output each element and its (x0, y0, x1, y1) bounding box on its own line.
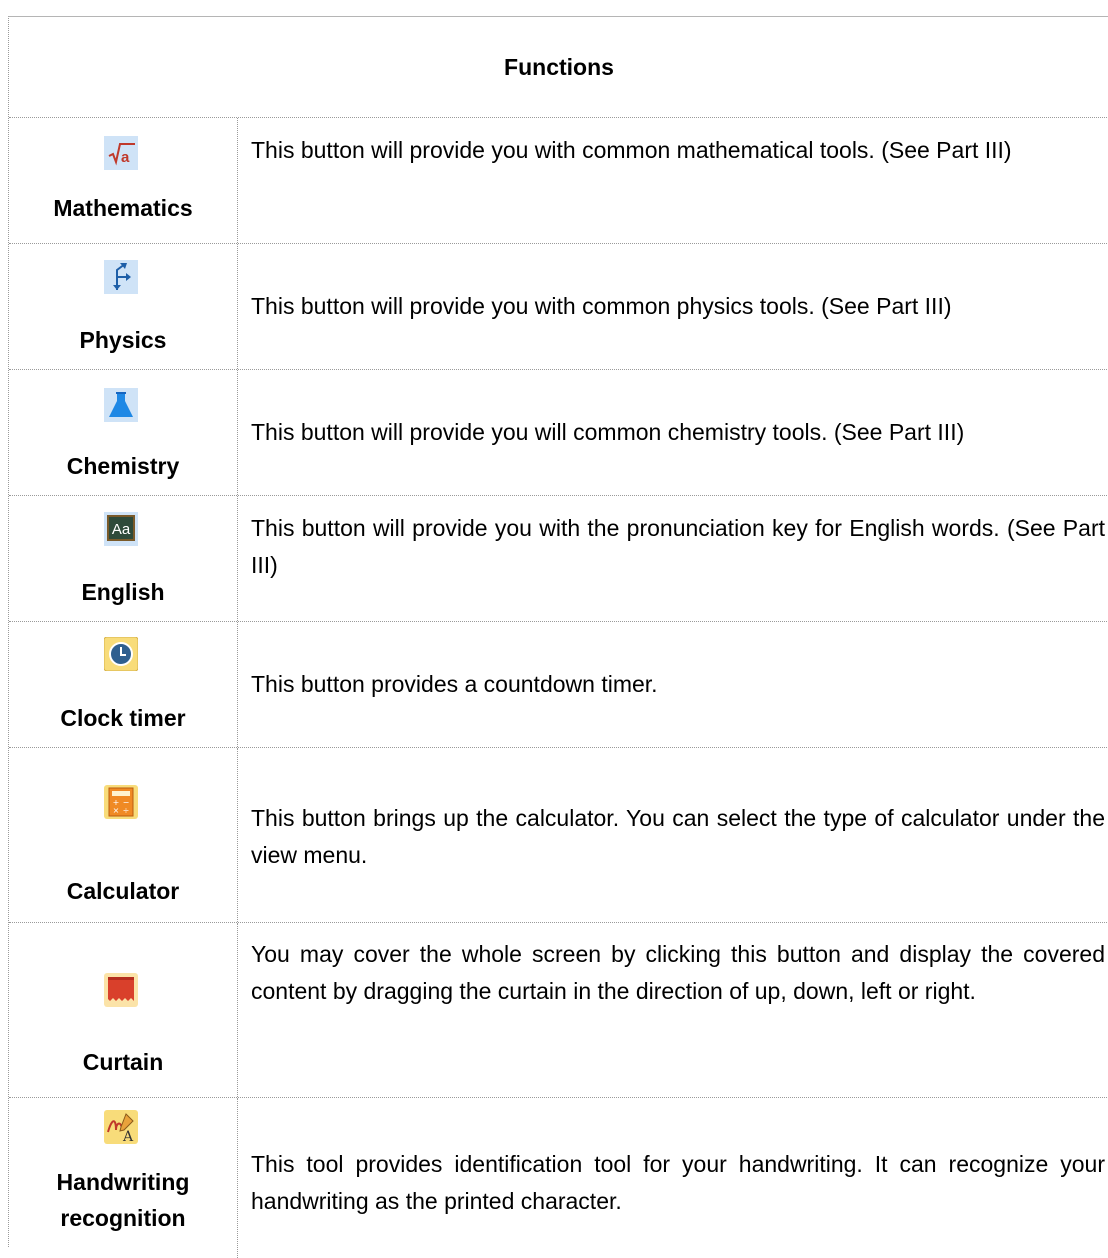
table-row-english: Aa English This button will provide you … (9, 496, 1108, 622)
function-description: This button will provide you with the pr… (251, 515, 1105, 578)
function-name: Clock timer (60, 705, 186, 731)
square-root-icon[interactable]: a (104, 136, 138, 170)
svg-text:×: × (113, 806, 120, 815)
header-label: Functions (504, 53, 614, 80)
svg-text:Aa: Aa (112, 521, 131, 538)
table-row-chemistry: Chemistry This button will provide you w… (9, 370, 1108, 496)
table-row-calculator: + − × ÷ Calculator This button brings up… (9, 748, 1108, 923)
handwriting-icon[interactable]: A (104, 1110, 138, 1144)
name-cell: A Handwriting recognition (9, 1098, 238, 1258)
function-name: English (81, 579, 165, 605)
functions-table: Functions a Mathematics This button will… (8, 16, 1108, 1258)
curtain-icon[interactable] (104, 973, 138, 1007)
table-row-mathematics: a Mathematics This button will provide y… (9, 118, 1108, 244)
function-name: Calculator (66, 878, 180, 904)
function-name: Physics (79, 327, 167, 353)
name-cell: Physics (9, 244, 238, 369)
function-description: This button provides a countdown timer. (251, 671, 658, 697)
name-cell: Aa English (9, 496, 238, 621)
flask-icon[interactable] (104, 388, 138, 422)
function-name-line2: recognition (60, 1205, 186, 1231)
aa-letters-icon[interactable]: Aa (104, 512, 138, 546)
vector-arrows-icon[interactable] (104, 260, 138, 294)
function-description: You may cover the whole screen by clicki… (251, 941, 1105, 1004)
table-header: Functions (9, 17, 1108, 118)
table-row-clock-timer: Clock timer This button provides a count… (9, 622, 1108, 748)
name-cell: Chemistry (9, 370, 238, 495)
function-name: Curtain (82, 1049, 164, 1075)
function-description: This button will provide you will common… (251, 419, 965, 445)
table-row-curtain: Curtain You may cover the whole screen b… (9, 923, 1108, 1098)
calculator-icon[interactable]: + − × ÷ (104, 785, 138, 819)
table-row-physics: Physics This button will provide you wit… (9, 244, 1108, 370)
clock-icon[interactable] (104, 637, 138, 671)
svg-text:A: A (122, 1129, 134, 1144)
function-description: This button will provide you with common… (251, 293, 952, 319)
function-name: Mathematics (53, 195, 193, 221)
function-name: Chemistry (66, 453, 180, 479)
name-cell: Curtain (9, 923, 238, 1097)
name-cell: + − × ÷ Calculator (9, 748, 238, 922)
function-name-line1: Handwriting (56, 1169, 190, 1195)
svg-text:a: a (121, 149, 130, 166)
name-cell: Clock timer (9, 622, 238, 747)
table-row-handwriting-recognition: A Handwriting recognition This tool prov… (9, 1098, 1108, 1258)
svg-text:÷: ÷ (123, 806, 130, 815)
function-description: This button brings up the calculator. Yo… (251, 805, 1105, 868)
function-description: This tool provides identification tool f… (251, 1151, 1105, 1214)
name-cell: a Mathematics (9, 118, 238, 243)
function-description: This button will provide you with common… (251, 137, 1012, 163)
